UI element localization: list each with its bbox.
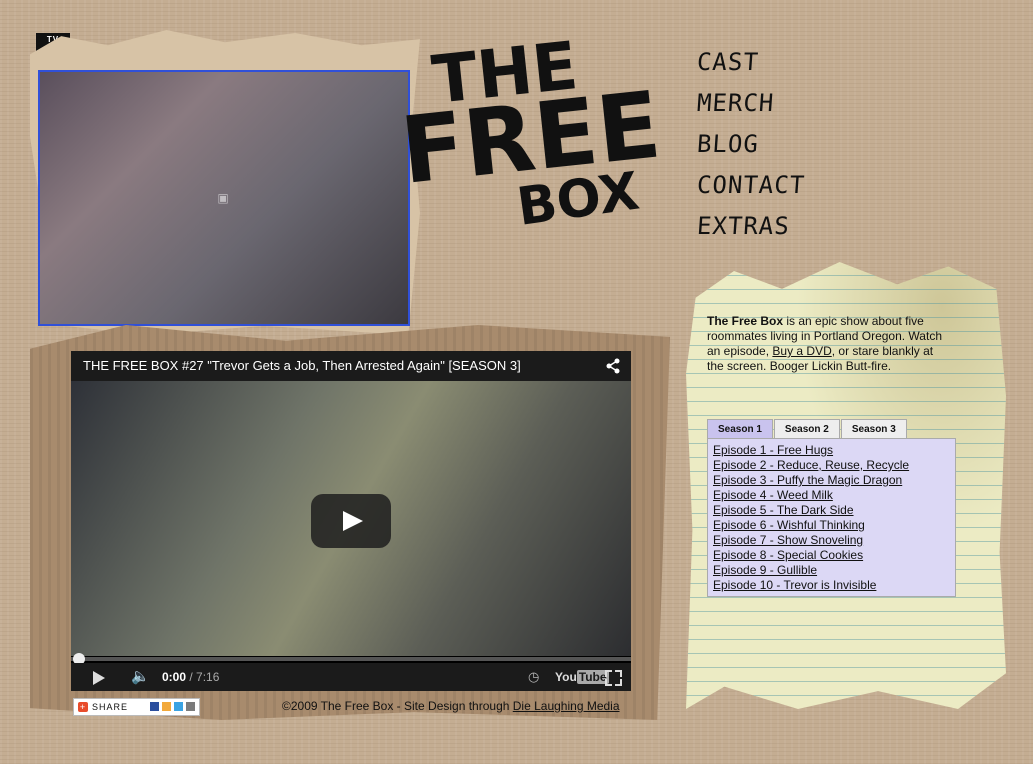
current-time: 0:00 (162, 670, 187, 684)
video-title-bar: THE FREE BOX #27 "Trevor Gets a Job, The… (71, 351, 631, 381)
plus-icon: + (78, 702, 88, 712)
share-label: SHARE (92, 702, 129, 712)
episode-link[interactable]: Episode 3 - Puffy the Magic Dragon (713, 473, 950, 488)
video-player[interactable]: THE FREE BOX #27 "Trevor Gets a Job, The… (71, 351, 631, 691)
nav-cast[interactable]: CAST (696, 42, 807, 83)
play-icon[interactable] (91, 663, 111, 691)
social-icon[interactable] (186, 702, 195, 711)
social-icon[interactable] (150, 702, 159, 711)
time-display: 0:00 / 7:16 (162, 663, 219, 691)
logo-graphic: THE FREE BOX (396, 27, 665, 238)
tab-season-1[interactable]: Season 1 (707, 419, 773, 438)
main-nav: CAST MERCH BLOG CONTACT EXTRAS (696, 42, 807, 247)
social-icon[interactable] (174, 702, 183, 711)
share-widget[interactable]: + SHARE (73, 698, 200, 716)
footer: ©2009 The Free Box - Site Design through… (282, 699, 620, 713)
share-icon[interactable] (605, 358, 621, 374)
cast-photo: ▣ (38, 70, 410, 326)
duration: / 7:16 (189, 670, 220, 684)
buy-dvd-link[interactable]: Buy a DVD (772, 344, 831, 358)
nav-contact[interactable]: CONTACT (696, 165, 807, 206)
cast-photo-placeholder: ▣ (217, 191, 231, 205)
clock-icon[interactable]: ◷ (528, 663, 539, 691)
nav-merch[interactable]: MERCH (696, 83, 807, 124)
episode-list: Episode 1 - Free Hugs Episode 2 - Reduce… (707, 438, 956, 597)
episode-link[interactable]: Episode 10 - Trevor is Invisible (713, 578, 950, 593)
tab-season-3[interactable]: Season 3 (840, 419, 907, 438)
nav-blog[interactable]: BLOG (696, 124, 807, 165)
episode-link[interactable]: Episode 7 - Show Snoveling (713, 533, 950, 548)
tab-season-2[interactable]: Season 2 (773, 419, 840, 438)
site-logo[interactable]: THE FREE BOX (396, 27, 680, 238)
footer-design-link[interactable]: Die Laughing Media (513, 699, 620, 713)
episode-link[interactable]: Episode 5 - The Dark Side (713, 503, 950, 518)
episode-link[interactable]: Episode 4 - Weed Milk (713, 488, 950, 503)
video-controls: 🔈 0:00 / 7:16 ◷ You Tube (71, 663, 631, 691)
episode-link[interactable]: Episode 8 - Special Cookies (713, 548, 950, 563)
video-title[interactable]: THE FREE BOX #27 "Trevor Gets a Job, The… (83, 358, 521, 373)
youtube-you: You (555, 670, 577, 684)
footer-text: ©2009 The Free Box - Site Design through (282, 699, 510, 713)
play-button[interactable] (311, 494, 391, 548)
episode-link[interactable]: Episode 2 - Reduce, Reuse, Recycle (713, 458, 950, 473)
volume-icon[interactable]: 🔈 (131, 663, 151, 691)
fullscreen-icon[interactable] (605, 663, 622, 691)
season-tabs: Season 1 Season 2 Season 3 (707, 419, 908, 438)
episode-link[interactable]: Episode 9 - Gullible (713, 563, 950, 578)
show-intro: The Free Box is an epic show about five … (707, 314, 947, 374)
intro-bold: The Free Box (707, 314, 784, 328)
social-icon[interactable] (162, 702, 171, 711)
episode-link[interactable]: Episode 1 - Free Hugs (713, 443, 950, 458)
episode-link[interactable]: Episode 6 - Wishful Thinking (713, 518, 950, 533)
progress-bar[interactable] (71, 657, 631, 661)
nav-extras[interactable]: EXTRAS (696, 206, 807, 247)
youtube-logo[interactable]: You Tube (555, 663, 609, 691)
youtube-tube: Tube (576, 670, 609, 684)
